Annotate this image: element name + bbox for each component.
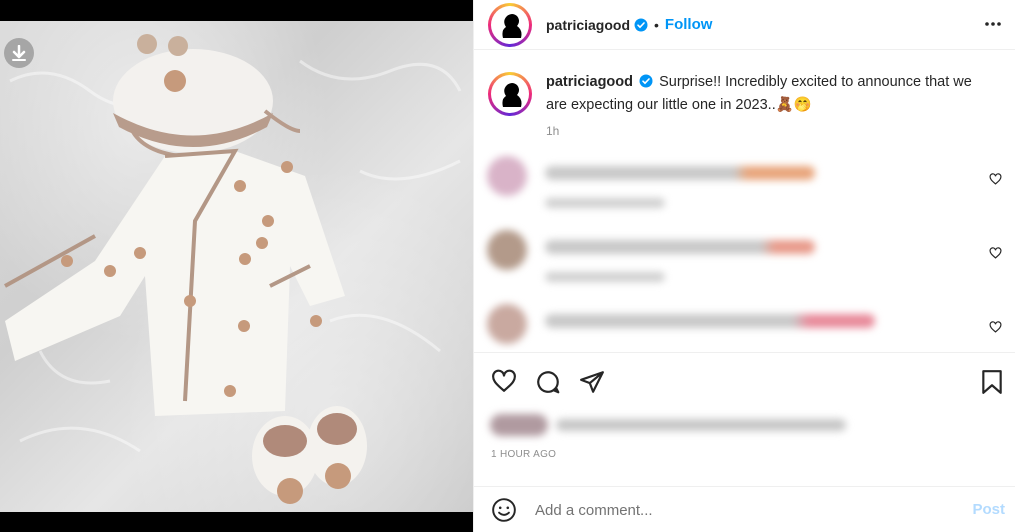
post-actions xyxy=(473,352,1015,412)
verified-badge-icon xyxy=(639,74,653,95)
share-button[interactable] xyxy=(579,369,605,400)
heart-icon xyxy=(989,247,1002,259)
comment-text-blurred xyxy=(545,240,815,254)
post-comment-button[interactable]: Post xyxy=(972,501,1005,518)
share-icon xyxy=(580,371,604,393)
follow-button[interactable]: Follow xyxy=(665,16,713,33)
post-timestamp[interactable]: 1 HOUR AGO xyxy=(491,449,556,460)
comment-item xyxy=(487,230,1002,290)
verified-badge-icon xyxy=(634,18,648,32)
more-options-icon xyxy=(985,22,1001,26)
save-button[interactable] xyxy=(981,369,1003,400)
like-button[interactable] xyxy=(491,369,517,398)
comment-input[interactable] xyxy=(535,499,935,521)
comment-avatar xyxy=(487,156,527,196)
post-caption: patriciagood Surprise!! Incredibly excit… xyxy=(488,72,998,116)
post-viewer: patriciagood • Follow patriciagood Surpr… xyxy=(0,0,1015,532)
silhouette-icon xyxy=(493,7,527,42)
emoji-icon xyxy=(492,498,516,522)
heart-icon xyxy=(989,173,1002,185)
comment-meta-blurred xyxy=(545,198,665,208)
more-options-button[interactable] xyxy=(983,14,1003,39)
caption-author-avatar[interactable] xyxy=(488,72,532,116)
comments-list xyxy=(473,150,1015,350)
comment-like-button[interactable] xyxy=(989,172,1002,190)
heart-icon xyxy=(989,321,1002,333)
comment-like-button[interactable] xyxy=(989,246,1002,264)
comment-icon xyxy=(537,371,560,394)
baby-onesie xyxy=(4,148,345,416)
baby-hat xyxy=(113,34,301,158)
comment-item xyxy=(487,156,1002,216)
baby-clothes-image xyxy=(4,34,462,504)
author-username[interactable]: patriciagood xyxy=(546,17,630,33)
comment-text-blurred xyxy=(545,314,875,328)
author-avatar[interactable] xyxy=(488,2,532,47)
silhouette-icon xyxy=(493,77,527,111)
post-header: patriciagood • Follow xyxy=(474,0,1015,50)
post-media xyxy=(0,0,473,532)
caption-timestamp[interactable]: 1h xyxy=(546,124,559,138)
post-photo xyxy=(0,21,473,512)
comment-item xyxy=(487,304,1002,350)
comment-meta-blurred xyxy=(545,272,665,282)
separator-dot: • xyxy=(654,16,659,33)
add-comment-bar: Post xyxy=(473,486,1015,532)
likes-summary-blurred xyxy=(490,414,850,436)
heart-icon xyxy=(492,369,516,392)
comment-text-blurred xyxy=(545,166,815,180)
baby-booties xyxy=(252,406,367,504)
download-button[interactable] xyxy=(4,38,34,68)
comment-like-button[interactable] xyxy=(989,320,1002,338)
caption-username[interactable]: patriciagood xyxy=(546,74,633,90)
emoji-button[interactable] xyxy=(491,497,517,528)
bookmark-icon xyxy=(982,370,1002,394)
comment-button[interactable] xyxy=(535,369,561,400)
download-icon xyxy=(12,45,26,61)
comment-avatar xyxy=(487,304,527,344)
comment-avatar xyxy=(487,230,527,270)
